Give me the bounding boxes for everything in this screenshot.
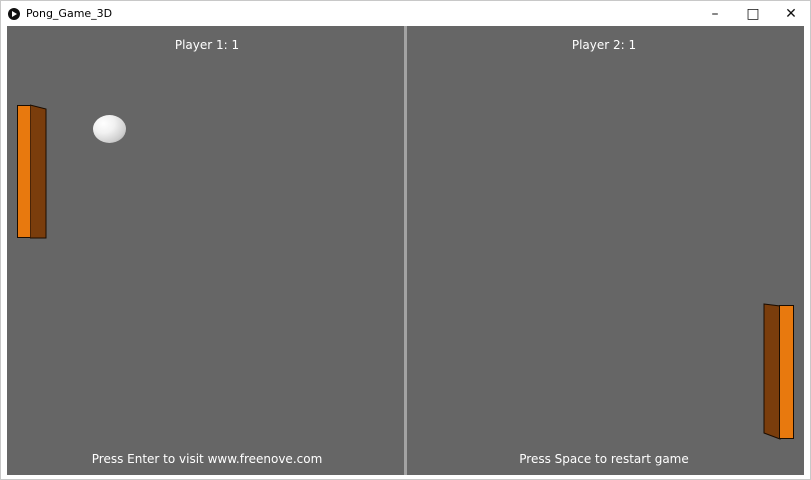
visit-website-hint: Press Enter to visit www.freenove.com xyxy=(91,452,323,466)
app-icon xyxy=(8,7,20,20)
player-2-score: Player 2: 1 xyxy=(571,38,637,52)
window-controls: – □ ✕ xyxy=(696,1,810,26)
right-paddle xyxy=(779,305,794,439)
maximize-button[interactable]: □ xyxy=(734,1,772,26)
close-button[interactable]: ✕ xyxy=(772,1,810,26)
close-icon: ✕ xyxy=(785,5,797,22)
ball xyxy=(93,115,126,143)
player-1-score: Player 1: 1 xyxy=(174,38,240,52)
window-title: Pong_Game_3D xyxy=(26,7,113,20)
restart-hint: Press Space to restart game xyxy=(519,452,689,466)
minimize-button[interactable]: – xyxy=(696,1,734,26)
left-paddle-side xyxy=(30,104,47,239)
center-divider xyxy=(404,26,407,475)
minimize-icon: – xyxy=(711,5,719,22)
left-paddle xyxy=(17,105,31,238)
app-window: Pong_Game_3D – □ ✕ Player 1: 1 Player 2:… xyxy=(0,0,811,480)
game-canvas[interactable]: Player 1: 1 Player 2: 1 Press Enter to v… xyxy=(7,26,804,475)
maximize-icon: □ xyxy=(746,5,760,22)
title-bar[interactable]: Pong_Game_3D – □ ✕ xyxy=(1,1,810,26)
